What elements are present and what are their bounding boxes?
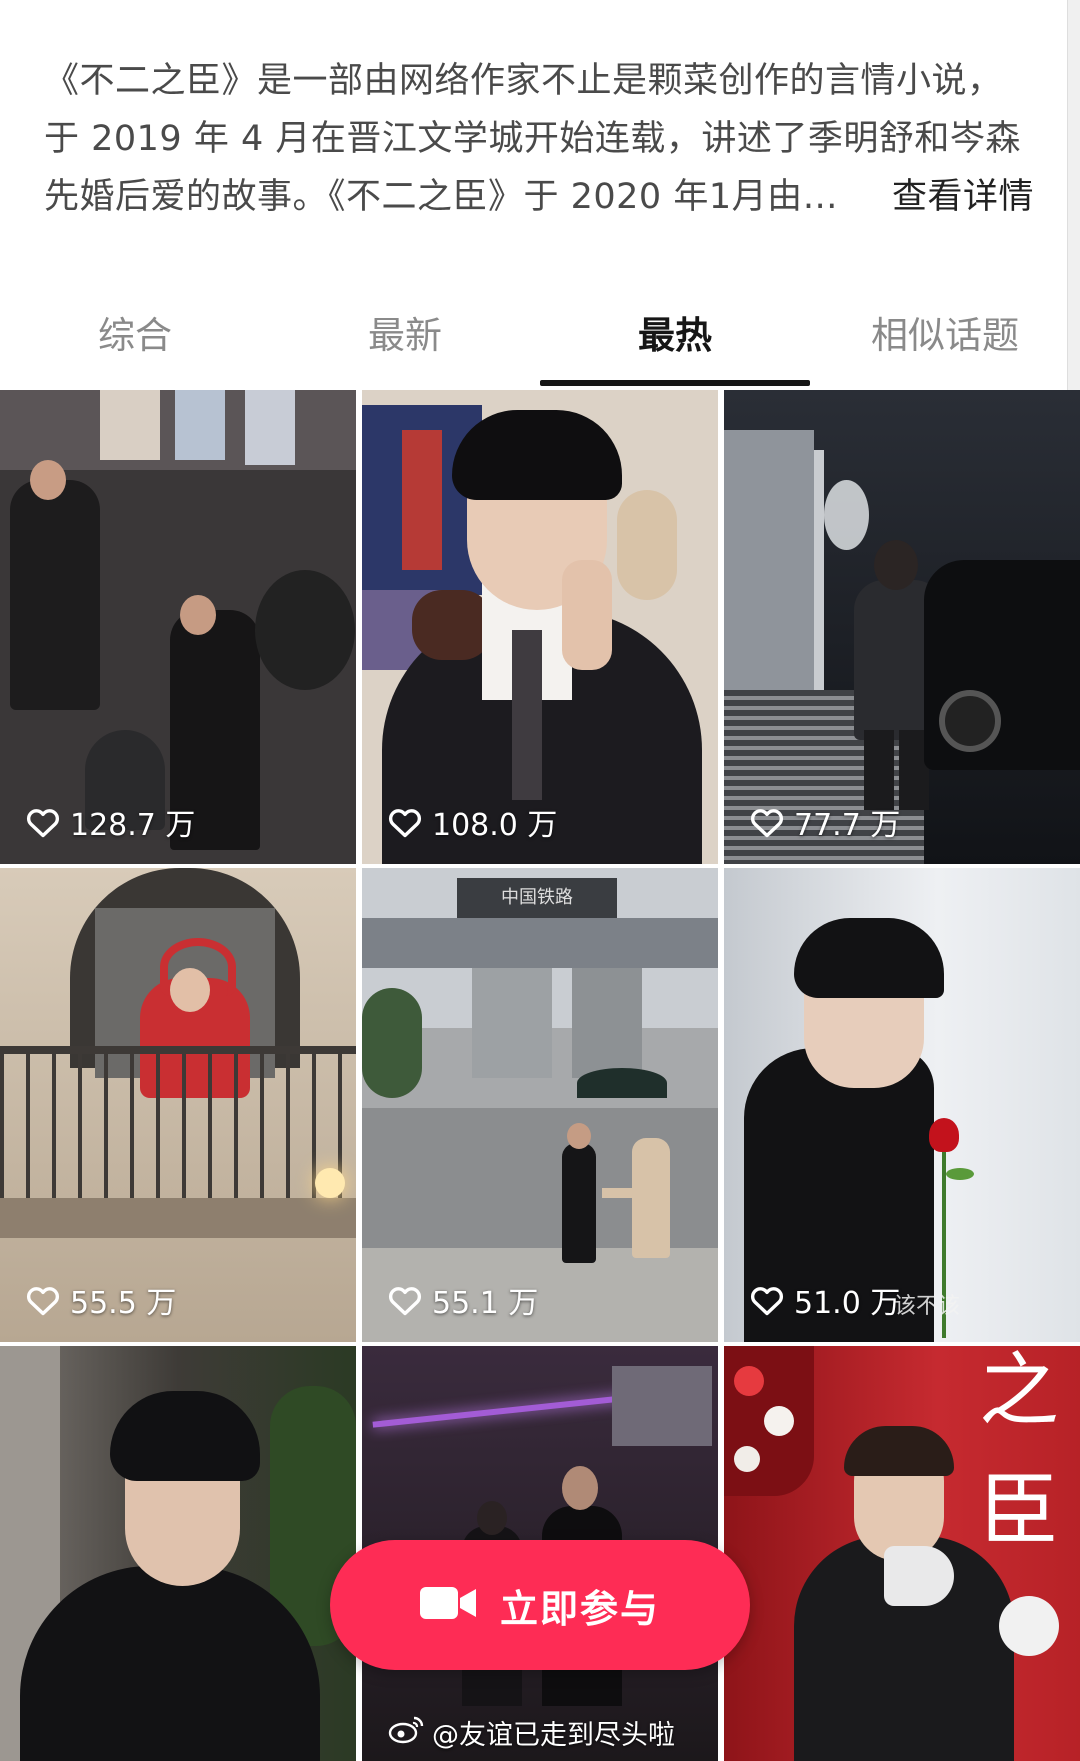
like-count-text: 55.1 万 [432, 1286, 539, 1321]
weibo-icon [388, 1714, 424, 1751]
video-thumbnail[interactable]: 中国铁路 55.1 万 [362, 868, 718, 1342]
heart-icon [26, 1284, 60, 1316]
video-camera-icon [419, 1584, 478, 1626]
like-count-text: 77.7 万 [794, 808, 901, 843]
tab-bar: 综合 最新 最热 相似话题 [0, 295, 1080, 387]
video-thumbnail[interactable] [0, 1346, 356, 1761]
video-thumbnail[interactable]: 128.7 万 [0, 390, 356, 864]
video-thumbnail[interactable]: 该不该 51.0 万 [724, 868, 1080, 1342]
like-count-text: 128.7 万 [70, 808, 196, 843]
description-line-2: 于 2019 年 4 月在晋江文学城开始连载，讲述了季明舒和岑森 [44, 119, 1021, 159]
like-count: 51.0 万 [750, 1280, 901, 1321]
like-count: 55.1 万 [388, 1280, 539, 1321]
heart-icon [388, 806, 422, 838]
like-count: 77.7 万 [750, 802, 901, 843]
tab-hottest[interactable]: 最热 [540, 305, 810, 359]
active-tab-indicator [540, 380, 810, 386]
video-thumbnail[interactable]: 之 臣 [724, 1346, 1080, 1761]
video-thumbnail[interactable]: 108.0 万 [362, 390, 718, 864]
description-line-3: 先婚后爱的故事。《不二之臣》于 2020 年1月由… [44, 177, 839, 217]
tab-comprehensive[interactable]: 综合 [0, 305, 270, 359]
like-count: 108.0 万 [388, 802, 558, 843]
watermark: @友谊已走到尽头啦 [388, 1710, 675, 1754]
video-thumbnail[interactable]: 77.7 万 [724, 390, 1080, 864]
heart-icon [750, 806, 784, 838]
railway-sign: 中国铁路 [457, 878, 617, 918]
video-caption: 该不该 [894, 1294, 961, 1319]
heart-icon [26, 806, 60, 838]
watermark-text: @友谊已走到尽头啦 [432, 1719, 675, 1751]
topic-description: 《不二之臣》是一部由网络作家不止是颗菜创作的言情小说， 于 2019 年 4 月… [44, 52, 1034, 226]
like-count-text: 108.0 万 [432, 808, 558, 843]
set-title-top: 之 [979, 1346, 1059, 1437]
video-thumbnail[interactable]: 55.5 万 [0, 868, 356, 1342]
set-title-bottom: 臣 [979, 1464, 1059, 1557]
tab-latest[interactable]: 最新 [270, 305, 540, 359]
heart-icon [750, 1284, 784, 1316]
like-count-text: 55.5 万 [70, 1286, 177, 1321]
description-line-1: 《不二之臣》是一部由网络作家不止是颗菜创作的言情小说， [44, 61, 1003, 101]
like-count-text: 51.0 万 [794, 1286, 901, 1321]
like-count: 55.5 万 [26, 1280, 177, 1321]
participate-button[interactable]: 立即参与 [330, 1540, 750, 1670]
like-count: 128.7 万 [26, 802, 196, 843]
tab-similar-topics[interactable]: 相似话题 [810, 305, 1080, 359]
view-details-link[interactable]: 查看详情 [892, 168, 1034, 226]
heart-icon [388, 1284, 422, 1316]
participate-button-label: 立即参与 [499, 1586, 660, 1631]
